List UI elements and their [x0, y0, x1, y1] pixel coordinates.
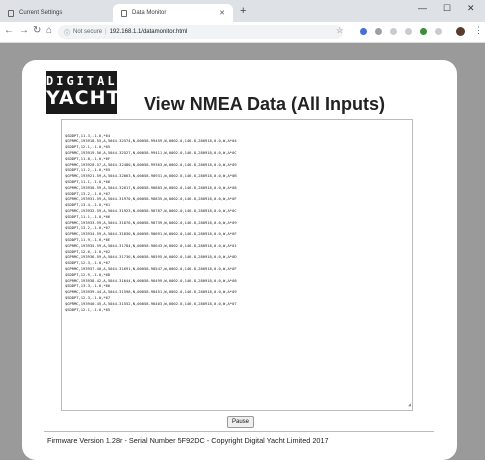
close-icon[interactable]: ✕ — [219, 9, 225, 17]
not-secure-label: Not secure — [73, 29, 103, 35]
star-icon[interactable]: ☆ — [336, 26, 343, 35]
extension-icon[interactable] — [390, 28, 397, 35]
extension-icon[interactable] — [405, 28, 412, 35]
logo-line-1: DIGITAL — [46, 74, 118, 88]
extension-icon[interactable] — [420, 28, 427, 35]
resize-handle-icon[interactable]: ◢ — [408, 402, 411, 409]
url-text: 192.168.1.1/datamonitor.html — [109, 29, 188, 35]
page-background: DIGITAL YACHT View NMEA Data (All Inputs… — [0, 43, 485, 460]
tab-label: Current Settings — [19, 10, 63, 16]
address-bar[interactable]: ⓘ Not secure | 192.168.1.1/datamonitor.h… — [58, 25, 343, 39]
pause-button[interactable]: Pause — [227, 416, 254, 428]
nmea-line: $SDDPT,12.1,-1.0,*65 — [65, 307, 111, 312]
back-icon[interactable]: ← — [4, 25, 14, 36]
page-title: View NMEA Data (All Inputs) — [144, 94, 386, 114]
avatar[interactable] — [456, 27, 465, 36]
window-close-icon[interactable]: ✕ — [467, 3, 475, 14]
home-icon[interactable]: ⌂ — [46, 25, 52, 36]
content-card: DIGITAL YACHT View NMEA Data (All Inputs… — [22, 60, 457, 460]
page-icon — [8, 9, 14, 17]
extension-icon[interactable] — [375, 28, 382, 35]
extension-icon[interactable] — [435, 28, 442, 35]
nmea-data-textarea[interactable]: $SDDPT,11.3,-1.0,*64 $GPRMC,193918.55,A,5… — [61, 119, 413, 411]
tab-data-monitor[interactable]: Data Monitor ✕ — [113, 4, 233, 22]
info-icon[interactable]: ⓘ — [64, 28, 70, 37]
reload-icon[interactable]: ↻ — [33, 25, 41, 36]
maximize-icon[interactable]: ☐ — [443, 3, 451, 14]
browser-toolbar: ← → ↻ ⌂ ⓘ Not secure | 192.168.1.1/datam… — [0, 22, 485, 43]
minimize-icon[interactable]: — — [418, 3, 427, 13]
menu-icon[interactable]: ⋮ — [474, 25, 483, 36]
browser-tab-strip: Current Settings ✕ Data Monitor ✕ + — ☐ … — [0, 0, 485, 22]
forward-icon[interactable]: → — [19, 25, 29, 36]
tab-label: Data Monitor — [132, 10, 167, 16]
digital-yacht-logo: DIGITAL YACHT — [46, 71, 121, 114]
page-icon — [121, 9, 127, 17]
extension-icon[interactable] — [360, 28, 367, 35]
logo-line-2: YACHT — [46, 87, 121, 109]
new-tab-icon[interactable]: + — [240, 5, 246, 17]
address-separator: | — [105, 29, 107, 35]
footer-text: Firmware Version 1.28r - Serial Number 5… — [47, 436, 329, 445]
divider — [44, 431, 434, 432]
